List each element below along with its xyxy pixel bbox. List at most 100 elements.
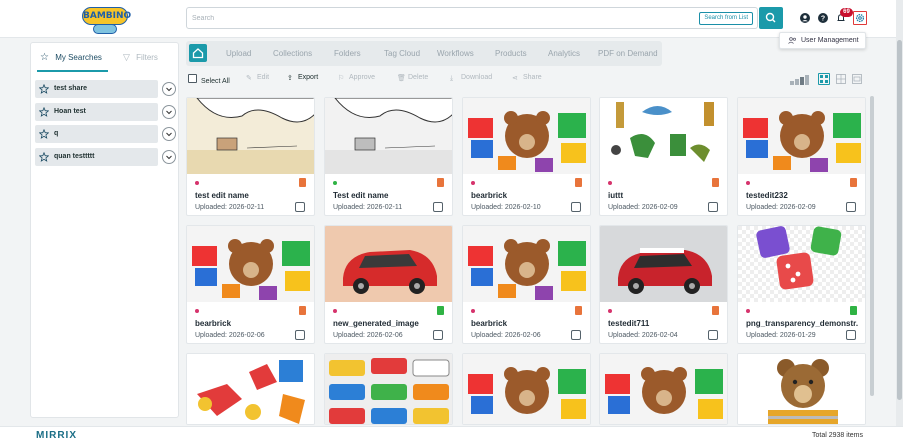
saved-search-item[interactable]: q — [35, 125, 158, 143]
asset-select-checkbox[interactable] — [433, 202, 443, 212]
asset-card[interactable] — [186, 353, 315, 425]
asset-thumbnail[interactable] — [325, 354, 452, 424]
asset-card[interactable] — [599, 353, 728, 425]
tab-my-searches[interactable]: ☆ My Searches — [40, 52, 102, 63]
tab-collections[interactable]: Collections — [273, 49, 312, 58]
file-type-icon — [437, 178, 444, 187]
tab-products[interactable]: Products — [495, 49, 527, 58]
approve-button[interactable]: ⚐ Approve — [338, 74, 375, 82]
sidebar: ☆ My Searches ▽ Filters test share Hoan … — [30, 42, 179, 418]
asset-select-checkbox[interactable] — [846, 330, 856, 340]
search-button[interactable] — [759, 7, 783, 29]
asset-select-checkbox[interactable] — [295, 202, 305, 212]
asset-name: test edit name — [195, 191, 249, 200]
search-input[interactable] — [192, 11, 692, 25]
asset-select-checkbox[interactable] — [295, 330, 305, 340]
select-all-checkbox[interactable]: Select All — [188, 74, 230, 85]
asset-card[interactable]: testedit711 Uploaded: 2026-02-04 — [599, 225, 728, 344]
search-from-list-button[interactable]: Search from List — [699, 12, 753, 25]
asset-card[interactable] — [462, 353, 591, 425]
asset-card[interactable]: png_transparency_demonstr... Uploaded: 2… — [737, 225, 866, 344]
gear-icon — [855, 13, 865, 23]
page-scrollbar-thumb[interactable] — [897, 40, 902, 400]
asset-name: bearbrick — [195, 319, 232, 328]
asset-card[interactable]: bearbrick Uploaded: 2026-02-06 — [186, 225, 315, 344]
asset-thumbnail[interactable] — [738, 354, 865, 424]
user-management-menu-item[interactable]: User Management — [779, 32, 866, 49]
download-button[interactable]: ⤓ Download — [450, 74, 492, 83]
asset-upload-date: Uploaded: 2026-02-10 — [471, 204, 541, 211]
tab-workflows[interactable]: Workflows — [437, 49, 474, 58]
asset-card[interactable]: test edit name Uploaded: 2026-02-11 — [186, 97, 315, 216]
asset-card[interactable]: new_generated_image Uploaded: 2026-02-06 — [324, 225, 453, 344]
asset-select-checkbox[interactable] — [708, 330, 718, 340]
asset-card[interactable]: iuttt Uploaded: 2026-02-09 — [599, 97, 728, 216]
asset-card[interactable]: bearbrick Uploaded: 2026-02-06 — [462, 225, 591, 344]
asset-select-checkbox[interactable] — [846, 202, 856, 212]
tab-analytics[interactable]: Analytics — [548, 49, 580, 58]
compact-grid-view-icon[interactable] — [836, 74, 846, 84]
asset-thumbnail[interactable] — [187, 226, 314, 302]
app-logo[interactable]: BAMBINO — [82, 7, 131, 34]
asset-upload-date: Uploaded: 2026-02-11 — [333, 204, 403, 211]
star-icon — [38, 128, 50, 147]
edit-button[interactable]: ✎ Edit — [246, 74, 269, 82]
asset-thumbnail[interactable] — [463, 98, 590, 174]
status-dot — [471, 309, 475, 313]
asset-card[interactable]: Test edit name Uploaded: 2026-02-11 — [324, 97, 453, 216]
asset-thumbnail[interactable] — [325, 226, 452, 302]
status-dot — [333, 309, 337, 313]
chevron-down-icon[interactable] — [162, 105, 176, 119]
list-view-icon[interactable] — [852, 74, 862, 84]
asset-name: iuttt — [608, 191, 624, 200]
asset-upload-date: Uploaded: 2026-02-09 — [746, 204, 816, 211]
asset-upload-date: Uploaded: 2026-02-06 — [195, 332, 265, 339]
file-type-icon — [575, 306, 582, 315]
asset-thumbnail[interactable] — [738, 226, 865, 302]
export-button[interactable]: ⇪ Export — [287, 74, 318, 82]
footer: MIRRIX Total 2938 items — [0, 426, 903, 444]
saved-search-item[interactable]: test share — [35, 80, 158, 98]
asset-select-checkbox[interactable] — [433, 330, 443, 340]
asset-thumbnail[interactable] — [463, 354, 590, 424]
chevron-down-icon[interactable] — [162, 82, 176, 96]
asset-card[interactable]: bearbrick Uploaded: 2026-02-10 — [462, 97, 591, 216]
tab-home[interactable] — [189, 44, 207, 62]
status-dot — [471, 181, 475, 185]
tab-folders[interactable]: Folders — [334, 49, 361, 58]
asset-thumbnail[interactable] — [187, 354, 314, 424]
settings-button[interactable] — [853, 11, 867, 25]
grid-view-icon[interactable] — [818, 73, 830, 85]
tab-pdf-on-demand[interactable]: PDF on Demand — [598, 49, 658, 58]
asset-thumbnail[interactable] — [738, 98, 865, 174]
thumbnail-size-slider[interactable] — [789, 75, 811, 85]
asset-select-checkbox[interactable] — [571, 330, 581, 340]
asset-name: testedit711 — [608, 319, 650, 328]
asset-card[interactable] — [324, 353, 453, 425]
asset-thumbnail[interactable] — [463, 226, 590, 302]
sidebar-tabs: ☆ My Searches ▽ Filters — [31, 43, 180, 72]
asset-name: testedit232 — [746, 191, 788, 200]
asset-card[interactable]: testedit232 Uploaded: 2026-02-09 — [737, 97, 866, 216]
grid-scrollbar[interactable] — [870, 96, 874, 396]
asset-thumbnail[interactable] — [600, 226, 727, 302]
asset-select-checkbox[interactable] — [571, 202, 581, 212]
tab-tag-cloud[interactable]: Tag Cloud — [384, 49, 420, 58]
chevron-down-icon[interactable] — [162, 127, 176, 141]
saved-search-item[interactable]: quan testtttt — [35, 148, 158, 166]
delete-button[interactable]: 🗑 Delete — [397, 74, 428, 82]
help-icon[interactable]: ? — [818, 13, 828, 23]
asset-thumbnail[interactable] — [187, 98, 314, 174]
tab-filters[interactable]: ▽ Filters — [123, 52, 158, 63]
asset-select-checkbox[interactable] — [708, 202, 718, 212]
asset-upload-date: Uploaded: 2026-01-29 — [746, 332, 816, 339]
share-button[interactable]: ⋖ Share — [512, 74, 542, 82]
tab-upload[interactable]: Upload — [226, 49, 251, 58]
chevron-down-icon[interactable] — [162, 150, 176, 164]
saved-search-item[interactable]: Hoan test — [35, 103, 158, 121]
asset-thumbnail[interactable] — [600, 354, 727, 424]
asset-card[interactable] — [737, 353, 866, 425]
asset-thumbnail[interactable] — [600, 98, 727, 174]
asset-thumbnail[interactable] — [325, 98, 452, 174]
user-account-icon[interactable] — [800, 13, 810, 23]
